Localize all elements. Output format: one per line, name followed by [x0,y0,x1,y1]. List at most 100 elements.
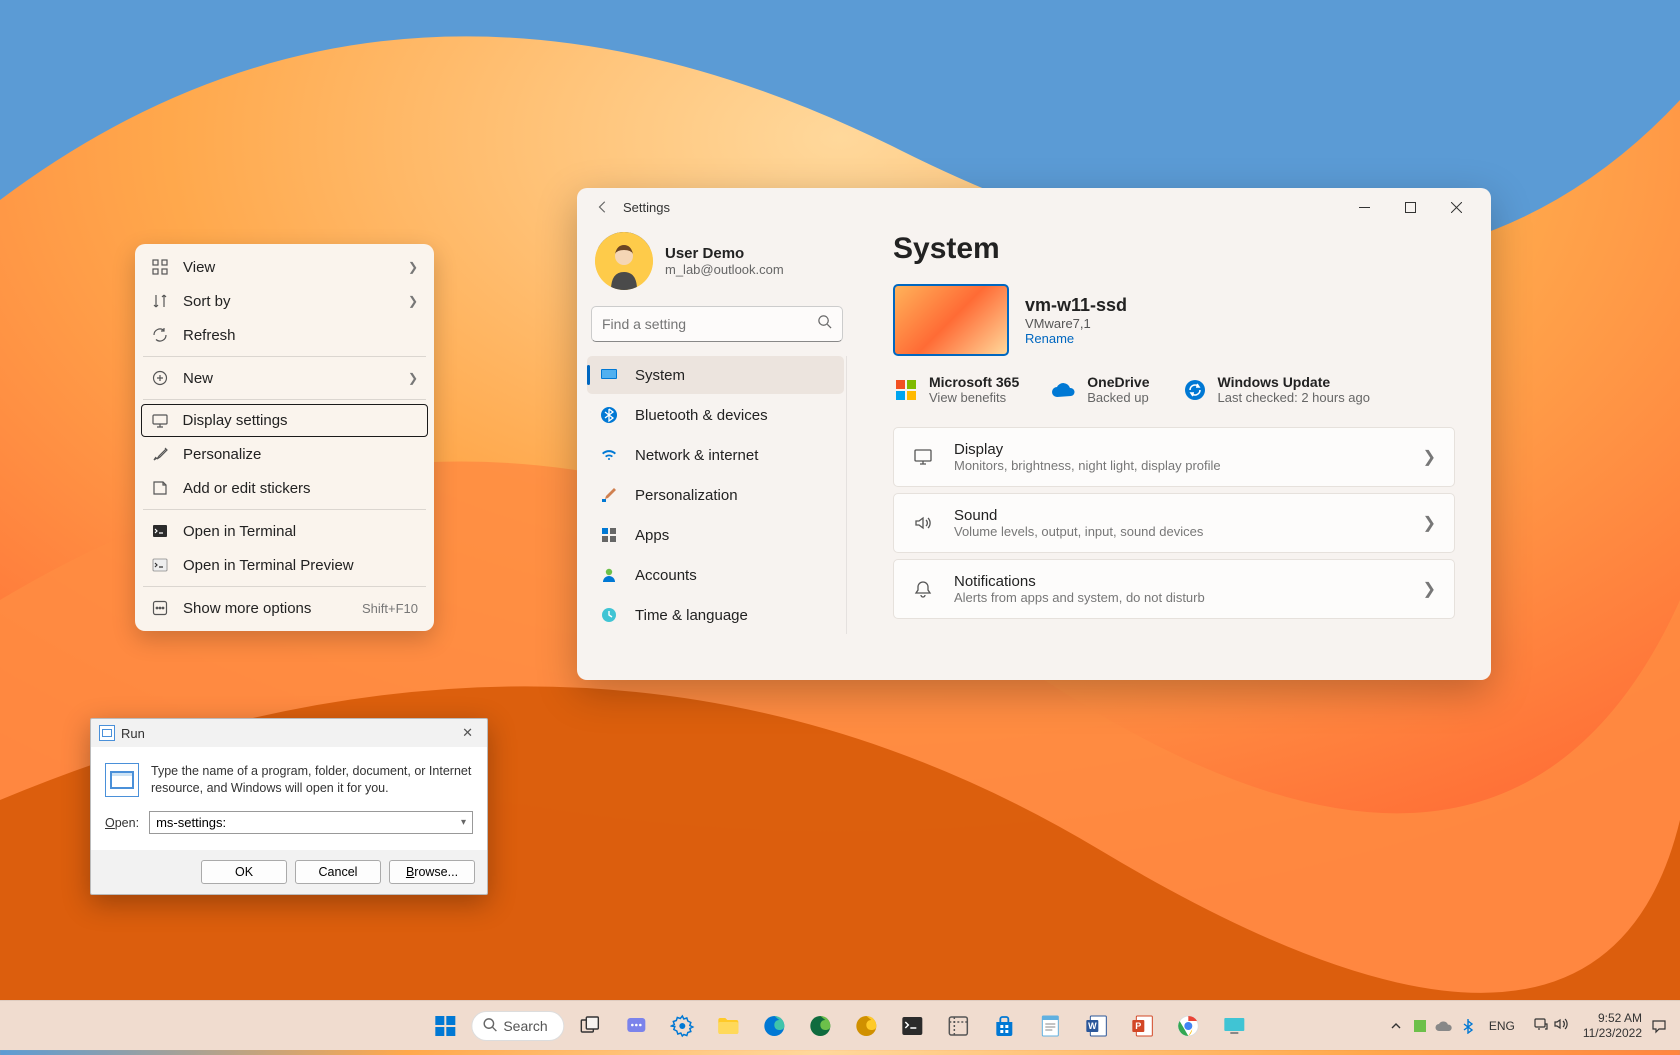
chevron-right-icon: ❯ [1423,447,1436,467]
start-button[interactable] [425,1006,465,1046]
qlink-sub: Backed up [1087,390,1149,405]
run-dialog: Run ✕ Type the name of a program, folder… [90,718,488,895]
row-sound[interactable]: SoundVolume levels, output, input, sound… [893,493,1455,553]
settings-taskbar-button[interactable] [663,1006,703,1046]
ctx-display-settings[interactable]: Display settings [141,404,428,437]
tray-bluetooth-icon[interactable] [1457,1011,1479,1041]
chat-button[interactable] [617,1006,657,1046]
ctx-label: View [183,259,408,276]
terminal-preview-icon [151,556,169,574]
row-sub: Monitors, brightness, night light, displ… [954,458,1423,473]
nav-accounts[interactable]: Accounts [587,556,844,594]
ctx-label: Open in Terminal [183,523,418,540]
close-button[interactable] [1433,193,1479,221]
run-open-label: Open: [105,816,139,830]
ctx-label: Sort by [183,293,408,310]
taskview-button[interactable] [571,1006,611,1046]
tray-notifications[interactable] [1648,1011,1670,1041]
quicklink-m365[interactable]: Microsoft 365View benefits [893,374,1019,405]
quicklink-onedrive[interactable]: OneDriveBacked up [1051,374,1149,405]
tray-language[interactable]: ENG [1481,1017,1523,1035]
ctx-stickers[interactable]: Add or edit stickers [141,471,428,505]
tray-overflow[interactable] [1385,1011,1407,1041]
grid-icon [151,258,169,276]
ctx-open-terminal[interactable]: Open in Terminal [141,514,428,548]
edge-canary-button[interactable] [847,1006,887,1046]
settings-main: System vm-w11-ssd VMware7,1 Rename Micro… [857,226,1491,680]
qlink-title: Windows Update [1218,374,1371,390]
tray-time: 9:52 AM [1583,1011,1642,1025]
ctx-refresh[interactable]: Refresh [141,318,428,352]
avatar [595,232,653,290]
qlink-sub: View benefits [929,390,1019,405]
user-block[interactable]: User Demo m_lab@outlook.com [587,226,847,306]
maximize-button[interactable] [1387,193,1433,221]
nav-personalization[interactable]: Personalization [587,476,844,514]
ctx-new[interactable]: New ❯ [141,361,428,395]
explorer-button[interactable] [709,1006,749,1046]
device-thumbnail[interactable] [893,284,1009,356]
tray-security-icon[interactable] [1409,1011,1431,1041]
search-label: Search [503,1018,547,1034]
settings-sidebar: User Demo m_lab@outlook.com System Bluet… [577,226,857,680]
run-open-combo[interactable]: ▾ [149,811,473,834]
cancel-button[interactable]: Cancel [295,860,381,884]
nav-label: Network & internet [635,447,758,464]
settings-titlebar[interactable]: Settings [577,188,1491,226]
ctx-show-more[interactable]: Show more options Shift+F10 [141,591,428,625]
nav-time-language[interactable]: Time & language [587,596,844,634]
run-open-input[interactable] [156,815,461,830]
m365-icon [893,377,919,403]
row-display[interactable]: DisplayMonitors, brightness, night light… [893,427,1455,487]
ctx-label: Open in Terminal Preview [183,557,418,574]
minimize-button[interactable] [1341,193,1387,221]
separator [143,399,426,400]
ctx-label: Add or edit stickers [183,480,418,497]
nav-bluetooth[interactable]: Bluetooth & devices [587,396,844,434]
ctx-open-terminal-preview[interactable]: Open in Terminal Preview [141,548,428,582]
ok-button[interactable]: OK [201,860,287,884]
taskbar-search[interactable]: Search [471,1011,564,1041]
settings-search[interactable] [591,306,843,342]
chrome-button[interactable] [1169,1006,1209,1046]
refresh-icon [151,326,169,344]
personalization-icon [599,485,619,505]
tray-network-sound[interactable] [1525,1014,1577,1037]
quicklink-update[interactable]: Windows UpdateLast checked: 2 hours ago [1182,374,1371,405]
nav-network[interactable]: Network & internet [587,436,844,474]
back-button[interactable] [589,193,617,221]
edge-button[interactable] [755,1006,795,1046]
terminal-button[interactable] [893,1006,933,1046]
chevron-down-icon[interactable]: ▾ [461,817,466,828]
word-button[interactable]: W [1077,1006,1117,1046]
ctx-sort-by[interactable]: Sort by ❯ [141,284,428,318]
edge-dev-button[interactable] [801,1006,841,1046]
search-input[interactable] [602,316,817,332]
tray-lang-text: ENG [1489,1019,1515,1033]
nav-apps[interactable]: Apps [587,516,844,554]
apps-icon [599,525,619,545]
tray-clock[interactable]: 9:52 AM 11/23/2022 [1579,1011,1646,1040]
snip-button[interactable] [939,1006,979,1046]
store-button[interactable] [985,1006,1025,1046]
desktop-button[interactable] [1215,1006,1255,1046]
qlink-title: Microsoft 365 [929,374,1019,390]
run-titlebar[interactable]: Run ✕ [91,719,487,747]
ctx-personalize[interactable]: Personalize [141,437,428,471]
nav-system[interactable]: System [587,356,844,394]
ctx-view[interactable]: View ❯ [141,250,428,284]
row-notifications[interactable]: NotificationsAlerts from apps and system… [893,559,1455,619]
rename-link[interactable]: Rename [1025,331,1127,346]
close-button[interactable]: ✕ [456,725,479,741]
display-icon [151,412,169,430]
powerpoint-button[interactable]: P [1123,1006,1163,1046]
tray-onedrive-icon[interactable] [1433,1011,1455,1041]
bell-icon [912,578,934,600]
ctx-label: New [183,370,408,387]
network-icon [1533,1016,1549,1035]
system-icon [599,365,619,385]
browse-button[interactable]: Browse... [389,860,475,884]
row-sub: Volume levels, output, input, sound devi… [954,524,1423,539]
notepad-button[interactable] [1031,1006,1071,1046]
volume-icon [1553,1016,1569,1035]
